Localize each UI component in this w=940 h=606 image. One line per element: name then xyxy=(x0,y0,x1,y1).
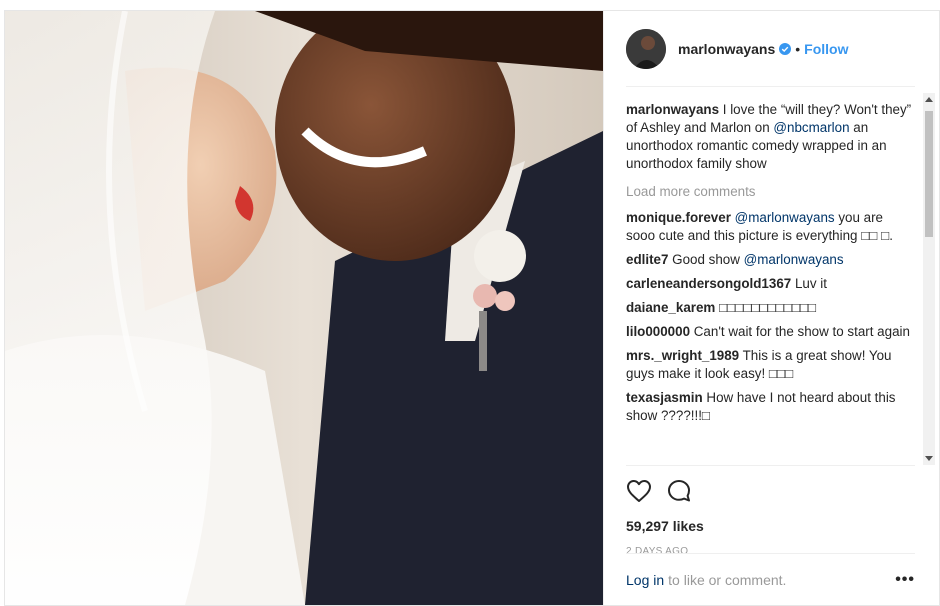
comment-username[interactable]: texasjasmin xyxy=(626,390,703,405)
caption-username[interactable]: marlonwayans xyxy=(626,102,719,117)
comment-item: lilo000000 Can't wait for the show to st… xyxy=(626,323,913,341)
comment-text: □□□□□□□□□□□□ xyxy=(719,300,817,315)
follow-button[interactable]: Follow xyxy=(804,41,848,57)
post-username[interactable]: marlonwayans xyxy=(678,41,775,57)
heart-outline-icon[interactable] xyxy=(626,478,652,504)
avatar[interactable] xyxy=(626,29,666,69)
login-link[interactable]: Log in xyxy=(626,572,664,588)
comment-mention[interactable]: @marlonwayans xyxy=(735,210,835,225)
post-footer: Log in to like or comment. ••• xyxy=(626,553,915,606)
post-header: marlonwayans • Follow xyxy=(604,11,939,87)
comment-username[interactable]: carleneandersongold1367 xyxy=(626,276,791,291)
comment-list[interactable]: marlonwayans I love the “will they? Won'… xyxy=(626,93,913,465)
login-prompt-text: to like or comment. xyxy=(668,572,787,588)
wedding-photo-illustration xyxy=(5,11,603,605)
comment-username[interactable]: daiane_karem xyxy=(626,300,715,315)
comment-text: Can't wait for the show to start again xyxy=(693,324,910,339)
scrollbar-thumb[interactable] xyxy=(925,111,933,237)
separator-dot: • xyxy=(795,41,801,57)
post-actions-section: 59,297 likes 2 DAYS AGO xyxy=(626,465,915,557)
comment-item: mrs._wright_1989 This is a great show! Y… xyxy=(626,347,913,383)
load-more-comments-button[interactable]: Load more comments xyxy=(626,183,913,201)
caption-mention[interactable]: @nbcmarlon xyxy=(773,120,849,135)
scroll-down-arrow-icon[interactable] xyxy=(925,456,933,461)
comment-item: texasjasmin How have I not heard about t… xyxy=(626,389,913,425)
likes-count[interactable]: 59,297 likes xyxy=(626,518,915,534)
comment-username[interactable]: edlite7 xyxy=(626,252,668,267)
comment-item: monique.forever @marlonwayans you are so… xyxy=(626,209,913,245)
comment-mention[interactable]: @marlonwayans xyxy=(744,252,844,267)
comment-item: daiane_karem □□□□□□□□□□□□ xyxy=(626,299,913,317)
comment-username[interactable]: lilo000000 xyxy=(626,324,690,339)
comment-text: Luv it xyxy=(794,276,827,291)
comment-text: Good show xyxy=(672,252,740,267)
comment-item: edlite7 Good show @marlonwayans xyxy=(626,251,913,269)
comment-username[interactable]: monique.forever xyxy=(626,210,731,225)
comment-item: carleneandersongold1367 Luv it xyxy=(626,275,913,293)
comments-scrollbar[interactable] xyxy=(923,93,935,465)
post-caption: marlonwayans I love the “will they? Won'… xyxy=(626,101,913,173)
avatar-image xyxy=(626,29,666,69)
ellipsis-icon[interactable]: ••• xyxy=(895,571,915,589)
instagram-post: marlonwayans • Follow marlonwayans I lov… xyxy=(4,10,940,606)
post-sidebar: marlonwayans • Follow marlonwayans I lov… xyxy=(603,11,939,605)
comment-username[interactable]: mrs._wright_1989 xyxy=(626,348,739,363)
action-bar xyxy=(626,466,915,506)
scroll-up-arrow-icon[interactable] xyxy=(925,97,933,102)
speech-bubble-icon[interactable] xyxy=(666,478,692,504)
verified-badge-icon xyxy=(779,43,792,55)
post-photo[interactable] xyxy=(5,11,603,605)
